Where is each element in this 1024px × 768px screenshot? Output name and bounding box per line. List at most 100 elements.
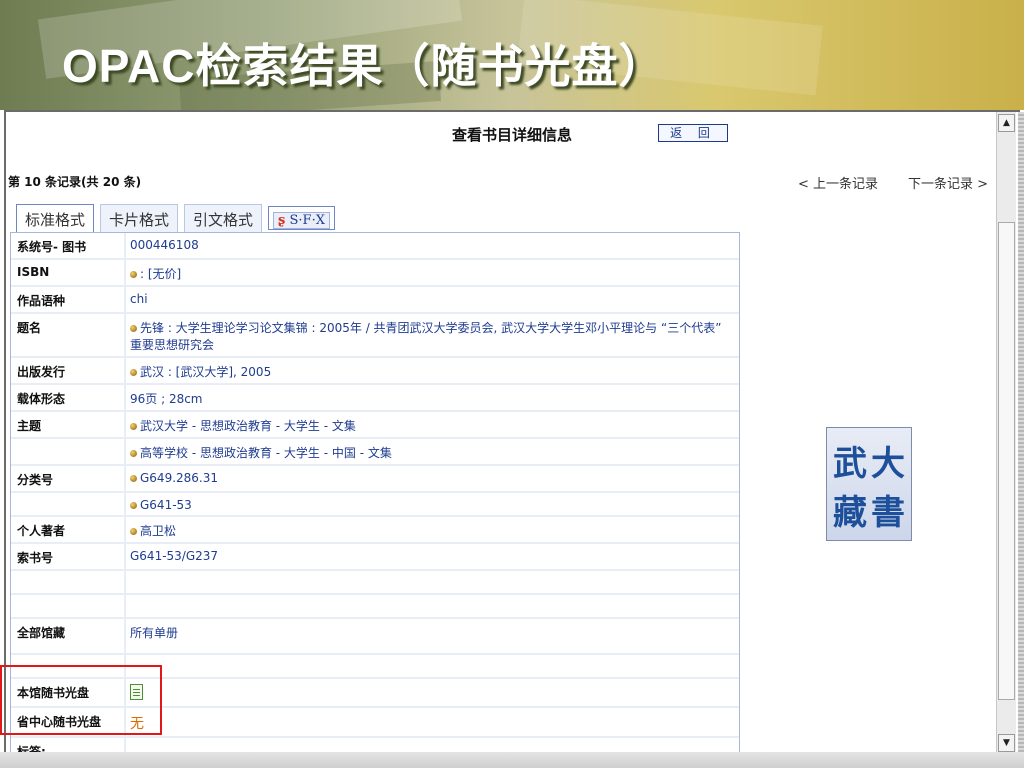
field-value[interactable]: G649.286.31 — [125, 465, 739, 493]
field-row: 分类号 G649.286.31 — [11, 465, 739, 493]
window-edge — [1018, 112, 1024, 752]
back-button[interactable]: 返 回 — [658, 124, 728, 142]
field-value-text: 武汉大学 - 思想政治教育 - 大学生 - 文集 — [140, 419, 356, 433]
format-tabs: 标准格式 卡片格式 引文格式 ʂ S·F·X — [16, 204, 341, 234]
field-row: 本馆随书光盘 — [11, 678, 739, 708]
field-value[interactable]: G641-53 — [125, 492, 739, 517]
field-value: 000446108 — [125, 233, 739, 260]
field-value: 96页 ; 28cm — [125, 384, 739, 412]
field-value[interactable]: 先锋 : 大学生理论学习论文集锦 : 2005年 / 共青团武汉大学委员会, 武… — [125, 313, 739, 358]
field-value-text: 所有单册 — [130, 626, 179, 640]
scroll-down-arrow-icon[interactable]: ▼ — [998, 734, 1015, 752]
bullet-icon — [130, 450, 137, 457]
field-label: 载体形态 — [11, 384, 126, 412]
field-value-text: G649.286.31 — [140, 471, 219, 485]
field-value-text: 武汉 : [武汉大学], 2005 — [140, 365, 272, 379]
field-label: 全部馆藏 — [11, 618, 126, 655]
tab-standard-format[interactable]: 标准格式 — [16, 204, 95, 234]
tab-card-format[interactable]: 卡片格式 — [100, 204, 179, 232]
bullet-icon — [130, 271, 137, 278]
stamp-char: 武 — [833, 444, 867, 484]
field-value[interactable]: 高卫松 — [125, 516, 739, 544]
field-value-text: 高等学校 - 思想政治教育 - 大学生 - 中国 - 文集 — [140, 446, 392, 460]
field-row: ISBN : [无价] — [11, 259, 739, 287]
field-value[interactable]: 高等学校 - 思想政治教育 - 大学生 - 中国 - 文集 — [125, 438, 739, 466]
bullet-icon — [130, 475, 137, 482]
field-label: ISBN — [11, 259, 126, 287]
field-value: G641-53/G237 — [125, 543, 739, 571]
field-label: 出版发行 — [11, 357, 126, 385]
bullet-icon — [130, 423, 137, 430]
field-label — [11, 570, 126, 595]
field-row: 题名 先锋 : 大学生理论学习论文集锦 : 2005年 / 共青团武汉大学委员会,… — [11, 313, 739, 358]
scroll-up-arrow-icon[interactable]: ▲ — [998, 114, 1015, 132]
field-value-text: G641-53/G237 — [130, 549, 219, 563]
field-value-text: 96页 ; 28cm — [130, 392, 203, 406]
field-value: 所有单册 — [125, 618, 739, 655]
field-row — [11, 570, 739, 595]
vertical-scrollbar[interactable]: ▲ ▼ — [996, 112, 1016, 754]
record-position: 第 10 条记录(共 20 条) — [8, 175, 142, 189]
slide-banner: OPAC检索结果（随书光盘） — [0, 0, 1024, 110]
field-value — [125, 678, 739, 708]
field-value-text: chi — [130, 292, 148, 306]
field-value[interactable]: : [无价] — [125, 259, 739, 287]
field-value[interactable]: 武汉 : [武汉大学], 2005 — [125, 357, 739, 385]
stamp-char: 藏 — [833, 493, 867, 533]
field-value-text: G641-53 — [140, 498, 192, 512]
prev-record-link[interactable]: < 上一条记录 — [798, 173, 878, 192]
field-label: 作品语种 — [11, 286, 126, 314]
document-icon[interactable] — [130, 684, 143, 700]
field-label: 主题 — [11, 411, 126, 439]
next-record-link[interactable]: 下一条记录 > — [908, 173, 988, 192]
field-row: G641-53 — [11, 492, 739, 517]
field-value — [125, 570, 739, 595]
field-row: 系统号- 图书 000446108 — [11, 233, 739, 260]
field-value[interactable]: 武汉大学 - 思想政治教育 - 大学生 - 文集 — [125, 411, 739, 439]
stamp-char: 書 — [871, 493, 905, 533]
field-label: 个人著者 — [11, 516, 126, 544]
field-value-text: 000446108 — [130, 238, 199, 252]
bullet-icon — [130, 325, 137, 332]
field-label — [11, 654, 126, 679]
field-label — [11, 492, 126, 517]
record-fields-table: 系统号- 图书 000446108 ISBN : [无价] 作品语种 chi 题名 先锋 : … — [11, 233, 739, 753]
bullet-icon — [130, 502, 137, 509]
field-label — [11, 438, 126, 466]
field-value-text: 高卫松 — [140, 524, 177, 538]
field-label: 题名 — [11, 313, 126, 358]
scroll-thumb[interactable] — [998, 222, 1015, 700]
slide-title: OPAC检索结果（随书光盘） — [62, 40, 666, 92]
field-value — [125, 654, 739, 679]
field-row: 出版发行 武汉 : [武汉大学], 2005 — [11, 357, 739, 385]
field-label: 本馆随书光盘 — [11, 678, 126, 708]
field-row: 个人著者 高卫松 — [11, 516, 739, 544]
record-detail-panel: 系统号- 图书 000446108 ISBN : [无价] 作品语种 chi 题名 先锋 : … — [10, 232, 740, 754]
field-row: 高等学校 - 思想政治教育 - 大学生 - 中国 - 文集 — [11, 438, 739, 466]
field-value: chi — [125, 286, 739, 314]
field-row: 全部馆藏 所有单册 — [11, 618, 739, 655]
field-label — [11, 594, 126, 619]
field-row: 作品语种 chi — [11, 286, 739, 314]
tab-sfx[interactable]: ʂ S·F·X — [268, 206, 335, 230]
field-row: 索书号 G641-53/G237 — [11, 543, 739, 571]
field-row — [11, 654, 739, 679]
field-label: 索书号 — [11, 543, 126, 571]
bullet-icon — [130, 528, 137, 535]
tab-citation-format[interactable]: 引文格式 — [184, 204, 263, 232]
field-label: 省中心随书光盘 — [11, 707, 126, 738]
field-row — [11, 594, 739, 619]
sfx-icon: ʂ S·F·X — [273, 212, 330, 229]
field-row: 主题 武汉大学 - 思想政治教育 - 大学生 - 文集 — [11, 411, 739, 439]
field-label: 分类号 — [11, 465, 126, 493]
field-value-text: 无 — [130, 716, 144, 732]
field-value — [125, 594, 739, 619]
detail-header: 查看书目详细信息 — [452, 126, 573, 144]
bottom-strip — [0, 752, 1024, 768]
field-value-text: : [无价] — [140, 267, 182, 281]
library-stamp-image: 武 大 藏 書 — [826, 427, 912, 541]
field-value-text: 先锋 : 大学生理论学习论文集锦 : 2005年 / 共青团武汉大学委员会, 武… — [130, 321, 722, 352]
stamp-char: 大 — [871, 444, 905, 484]
field-label: 系统号- 图书 — [11, 233, 126, 260]
bullet-icon — [130, 369, 137, 376]
